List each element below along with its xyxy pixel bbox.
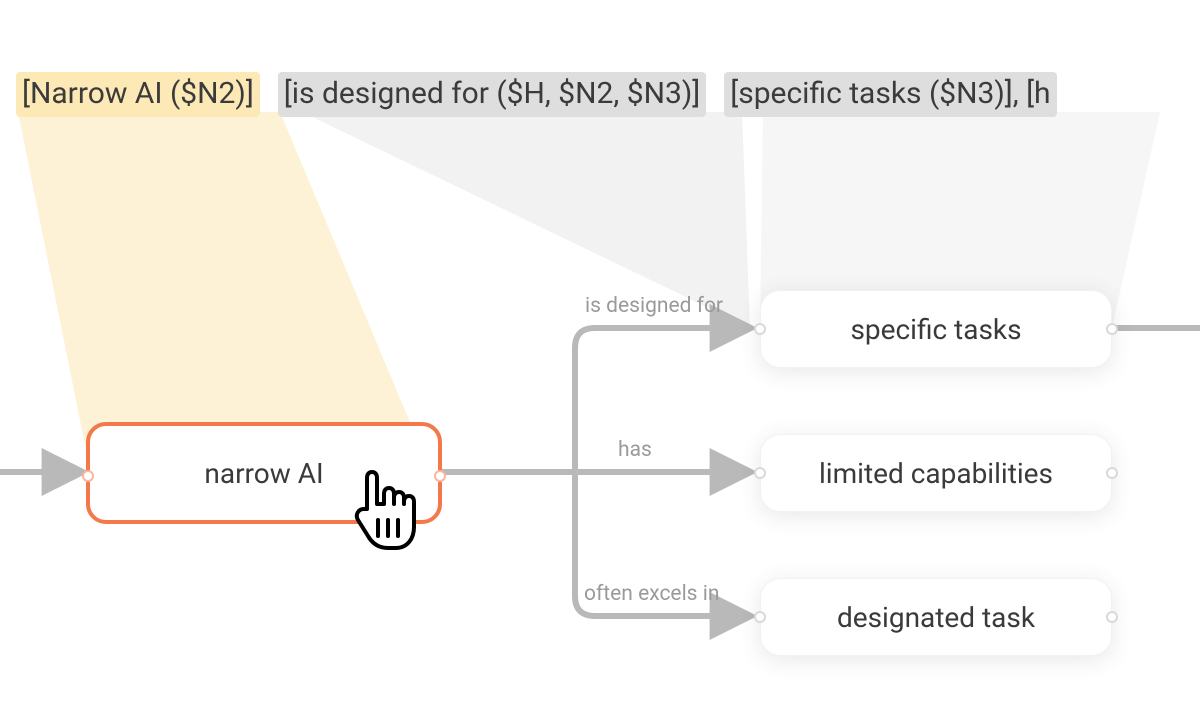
- token-specific-tasks[interactable]: [specific tasks ($N3)], [h: [724, 72, 1056, 117]
- node-specific-tasks[interactable]: specific tasks: [760, 290, 1112, 368]
- node-label: limited capabilities: [819, 457, 1053, 490]
- token-narrow-ai[interactable]: [Narrow AI ($N2)]: [16, 72, 260, 117]
- port-left[interactable]: [82, 470, 94, 482]
- edge-label-has: has: [618, 438, 652, 462]
- port-right[interactable]: [434, 470, 446, 482]
- edge-label-designed-for: is designed for: [585, 294, 723, 318]
- diagram-canvas[interactable]: [Narrow AI ($N2)] [is designed for ($H, …: [0, 0, 1200, 720]
- port-left[interactable]: [754, 323, 766, 335]
- port-left[interactable]: [754, 467, 766, 479]
- node-narrow-ai[interactable]: narrow AI: [86, 422, 442, 524]
- port-left[interactable]: [754, 611, 766, 623]
- port-right[interactable]: [1106, 611, 1118, 623]
- node-limited-capabilities[interactable]: limited capabilities: [760, 434, 1112, 512]
- token-strip: [Narrow AI ($N2)] [is designed for ($H, …: [16, 72, 1057, 117]
- node-designated-task[interactable]: designated task: [760, 578, 1112, 656]
- node-label: designated task: [837, 601, 1035, 634]
- port-right[interactable]: [1106, 467, 1118, 479]
- port-right[interactable]: [1106, 323, 1118, 335]
- node-label: narrow AI: [204, 457, 323, 490]
- token-designed-for[interactable]: [is designed for ($H, $N2, $N3)]: [278, 72, 706, 117]
- node-label: specific tasks: [850, 313, 1021, 346]
- edge-label-excels: often excels in: [584, 582, 719, 606]
